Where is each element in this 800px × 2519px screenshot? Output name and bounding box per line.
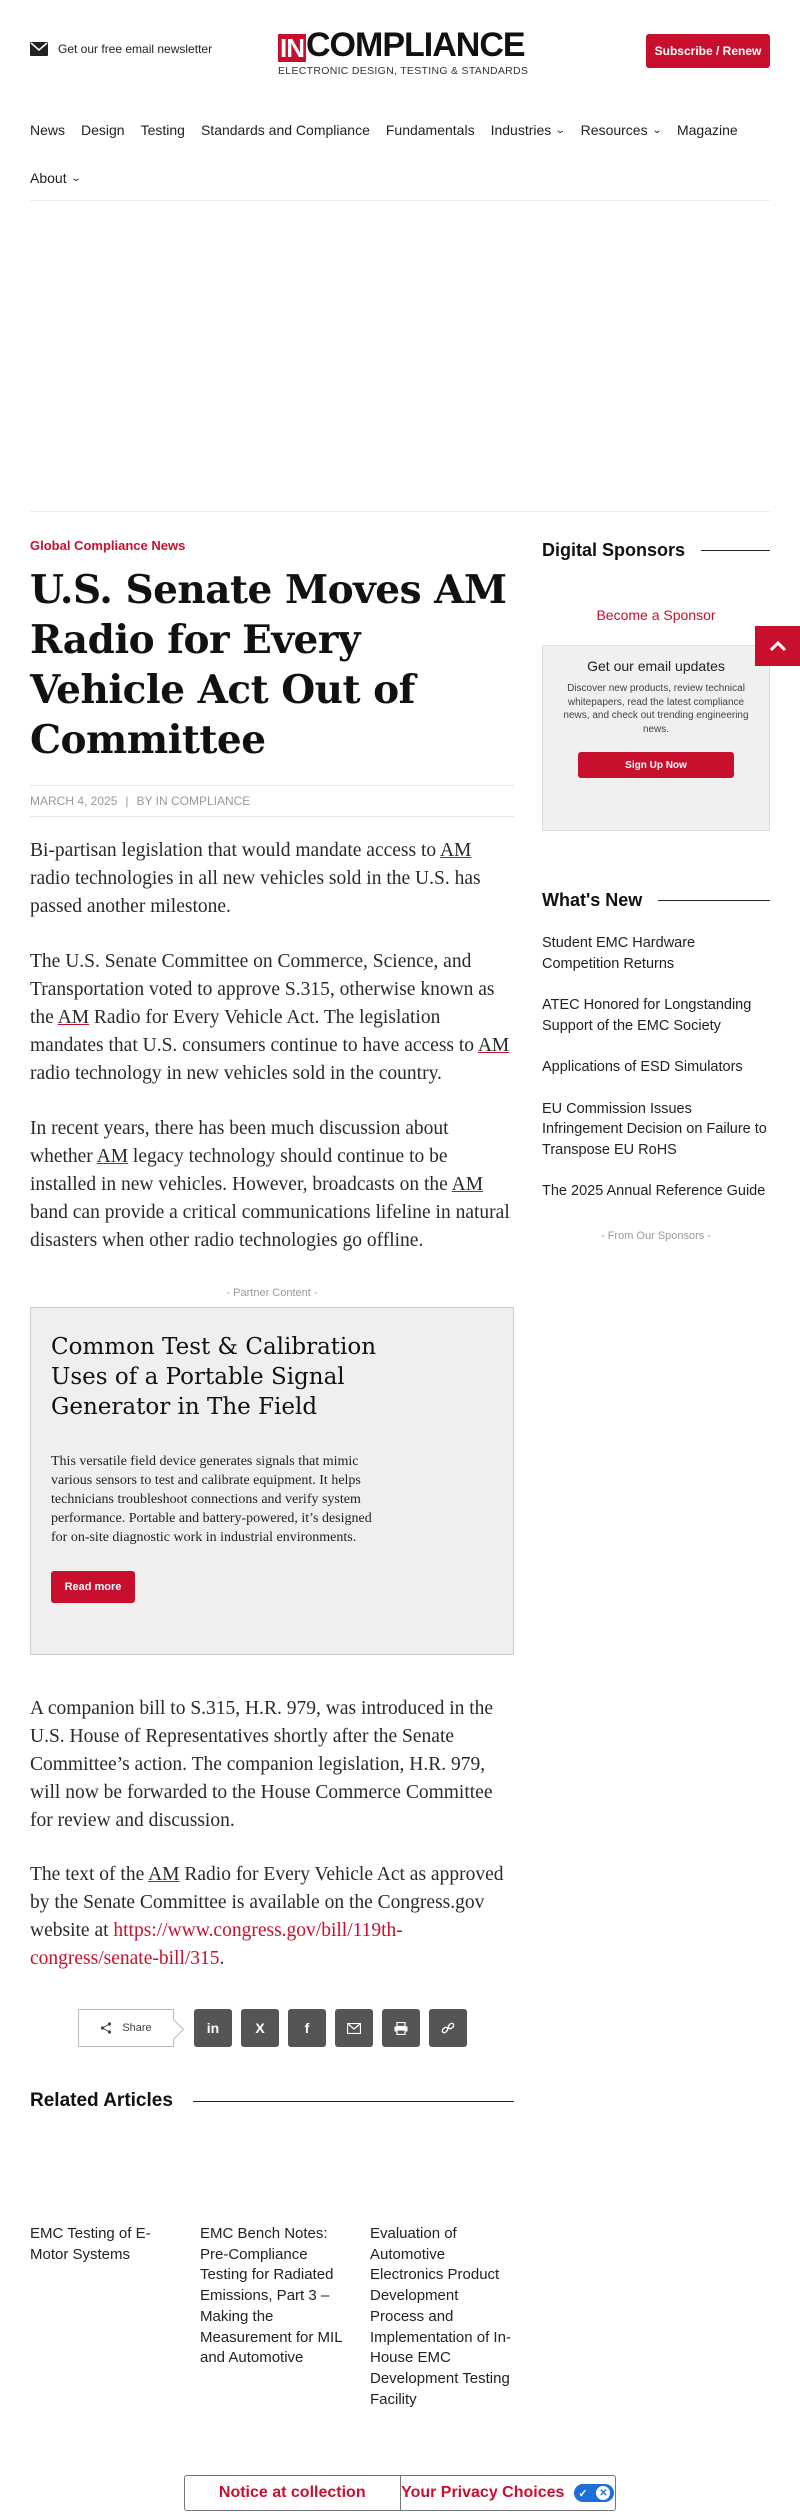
related-article[interactable]: EMC Testing of E-Motor Systems bbox=[30, 2224, 174, 2410]
email-box-text: Discover new products, review technical … bbox=[563, 683, 749, 735]
article-body: Bi-partisan legislation that would manda… bbox=[30, 837, 514, 1255]
share-icons: in X f bbox=[194, 2009, 467, 2047]
share-icon bbox=[101, 2022, 112, 2034]
article-body-continued: A companion bill to S.315, H.R. 979, was… bbox=[30, 1695, 514, 1973]
logo-tagline: ELECTRONIC DESIGN, TESTING & STANDARDS bbox=[278, 65, 529, 77]
email-icon[interactable] bbox=[335, 2009, 373, 2047]
article-title: U.S. Senate Moves AM Radio for Every Veh… bbox=[30, 567, 507, 763]
article: Global Compliance News U.S. Senate Moves… bbox=[30, 538, 514, 1973]
copy-link-icon[interactable] bbox=[429, 2009, 467, 2047]
site-header: Get our free email newsletter IN COMPLIA… bbox=[0, 0, 800, 100]
privacy-choices-link[interactable]: Your Privacy Choices ✓ ✕ bbox=[399, 2476, 616, 2510]
nav-item-fundamentals[interactable]: Fundamentals bbox=[386, 122, 475, 138]
read-more-button[interactable]: Read more bbox=[51, 1571, 135, 1603]
paragraph-4: A companion bill to S.315, H.R. 979, was… bbox=[30, 1698, 494, 1831]
notice-at-collection-link[interactable]: Notice at collection bbox=[185, 2476, 400, 2510]
email-box-title: Get our email updates bbox=[587, 658, 725, 674]
nav-item-resources[interactable]: Resources ⌄ bbox=[581, 122, 663, 138]
whats-new-list: Student EMC Hardware Competition Returns… bbox=[542, 933, 770, 1202]
nav-divider bbox=[30, 200, 770, 201]
paragraph-1: Bi-partisan legislation that would manda… bbox=[30, 840, 481, 917]
paragraph-3: In recent years, there has been much dis… bbox=[30, 1118, 510, 1251]
whats-new-item[interactable]: EU Commission Issues Infringement Decisi… bbox=[542, 1099, 770, 1161]
from-sponsors-label: - From Our Sponsors - bbox=[600, 1230, 712, 1242]
consent-bar: Notice at collection Your Privacy Choice… bbox=[184, 2475, 616, 2511]
share-button[interactable]: Share bbox=[78, 2009, 174, 2047]
related-articles-header: Related Articles bbox=[30, 2090, 514, 2112]
scroll-to-top-button[interactable] bbox=[755, 626, 800, 666]
whats-new: What's New Student EMC Hardware Competit… bbox=[542, 890, 770, 1223]
partner-description: This versatile field device generates si… bbox=[51, 1454, 372, 1545]
related-articles-list: EMC Testing of E-Motor Systems EMC Bench… bbox=[30, 2224, 514, 2410]
am-link[interactable]: AM bbox=[478, 1035, 509, 1056]
sign-up-button[interactable]: Sign Up Now bbox=[578, 752, 734, 778]
meta-separator: | bbox=[125, 794, 129, 808]
whats-new-item[interactable]: ATEC Honored for Longstanding Support of… bbox=[542, 995, 770, 1036]
ad-area-divider bbox=[30, 511, 770, 512]
newsletter-label: Get our free email newsletter bbox=[58, 42, 213, 56]
linkedin-icon[interactable]: in bbox=[194, 2009, 232, 2047]
nav-item-industries[interactable]: Industries ⌄ bbox=[491, 122, 566, 138]
am-link[interactable]: AM bbox=[97, 1146, 128, 1167]
nav-item-standards[interactable]: Standards and Compliance bbox=[201, 122, 370, 138]
share-bar: Share in X f bbox=[78, 2009, 467, 2047]
nav-item-magazine[interactable]: Magazine bbox=[677, 122, 738, 138]
logo-compliance: COMPLIANCE bbox=[306, 26, 526, 64]
facebook-icon[interactable]: f bbox=[288, 2009, 326, 2047]
main-nav: News Design Testing Standards and Compli… bbox=[30, 112, 770, 196]
subscribe-button[interactable]: Subscribe / Renew bbox=[646, 34, 770, 68]
share-label: Share bbox=[122, 2022, 152, 2034]
envelope-icon bbox=[30, 42, 48, 56]
heading-rule bbox=[701, 550, 770, 551]
related-article[interactable]: Evaluation of Automotive Electronics Pro… bbox=[370, 2224, 514, 2410]
chevron-down-icon: ⌄ bbox=[70, 172, 82, 184]
logo-in: IN bbox=[278, 33, 306, 63]
am-link[interactable]: AM bbox=[440, 840, 471, 861]
nav-item-news[interactable]: News bbox=[30, 122, 65, 138]
whats-new-item[interactable]: Student EMC Hardware Competition Returns bbox=[542, 933, 770, 974]
chevron-down-icon: ⌄ bbox=[555, 124, 566, 136]
whats-new-item[interactable]: The 2025 Annual Reference Guide bbox=[542, 1181, 770, 1202]
whats-new-item[interactable]: Applications of ESD Simulators bbox=[542, 1057, 770, 1078]
nav-item-testing[interactable]: Testing bbox=[141, 122, 185, 138]
email-updates-box: Get our email updates Discover new produ… bbox=[542, 645, 770, 831]
site-logo[interactable]: IN COMPLIANCE ELECTRONIC DESIGN, TESTING… bbox=[278, 24, 529, 84]
paragraph-5: The text of the AM Radio for Every Vehic… bbox=[30, 1864, 504, 1969]
article-byline: BY IN COMPLIANCE bbox=[136, 794, 251, 808]
privacy-toggle-icon: ✓ ✕ bbox=[574, 2484, 615, 2502]
chevron-down-icon: ⌄ bbox=[651, 124, 663, 136]
paragraph-2: The U.S. Senate Committee on Commerce, S… bbox=[30, 951, 510, 1084]
am-link[interactable]: AM bbox=[452, 1174, 483, 1195]
sidebar: Digital Sponsors Become a Sponsor Get ou… bbox=[542, 540, 770, 831]
digital-sponsors-header: Digital Sponsors bbox=[542, 540, 770, 561]
x-twitter-icon[interactable]: X bbox=[241, 2009, 279, 2047]
article-meta: MARCH 4, 2025 | BY IN COMPLIANCE bbox=[30, 785, 514, 817]
am-link[interactable]: AM bbox=[148, 1864, 179, 1885]
related-articles-heading: Related Articles bbox=[30, 2090, 173, 2111]
partner-content-label: - Partner Content - bbox=[226, 1287, 318, 1299]
become-sponsor-link[interactable]: Become a Sponsor bbox=[542, 607, 770, 623]
partner-title[interactable]: Common Test & Calibration Uses of a Port… bbox=[51, 1332, 381, 1422]
article-category[interactable]: Global Compliance News bbox=[30, 538, 514, 553]
heading-rule bbox=[192, 2100, 514, 2102]
chevron-up-icon bbox=[769, 640, 786, 652]
article-date: MARCH 4, 2025 bbox=[30, 794, 118, 808]
whats-new-heading: What's New bbox=[542, 890, 643, 910]
related-article[interactable]: EMC Bench Notes: Pre-Compliance Testing … bbox=[200, 2224, 344, 2410]
am-link[interactable]: AM bbox=[58, 1007, 89, 1028]
newsletter-link[interactable]: Get our free email newsletter bbox=[30, 42, 212, 56]
print-icon[interactable] bbox=[382, 2009, 420, 2047]
whats-new-header: What's New bbox=[542, 890, 770, 911]
nav-item-about[interactable]: About ⌄ bbox=[30, 170, 82, 186]
nav-item-design[interactable]: Design bbox=[81, 122, 125, 138]
digital-sponsors-heading: Digital Sponsors bbox=[542, 540, 686, 560]
partner-content-card[interactable]: Common Test & Calibration Uses of a Port… bbox=[30, 1307, 514, 1655]
heading-rule bbox=[658, 900, 770, 901]
